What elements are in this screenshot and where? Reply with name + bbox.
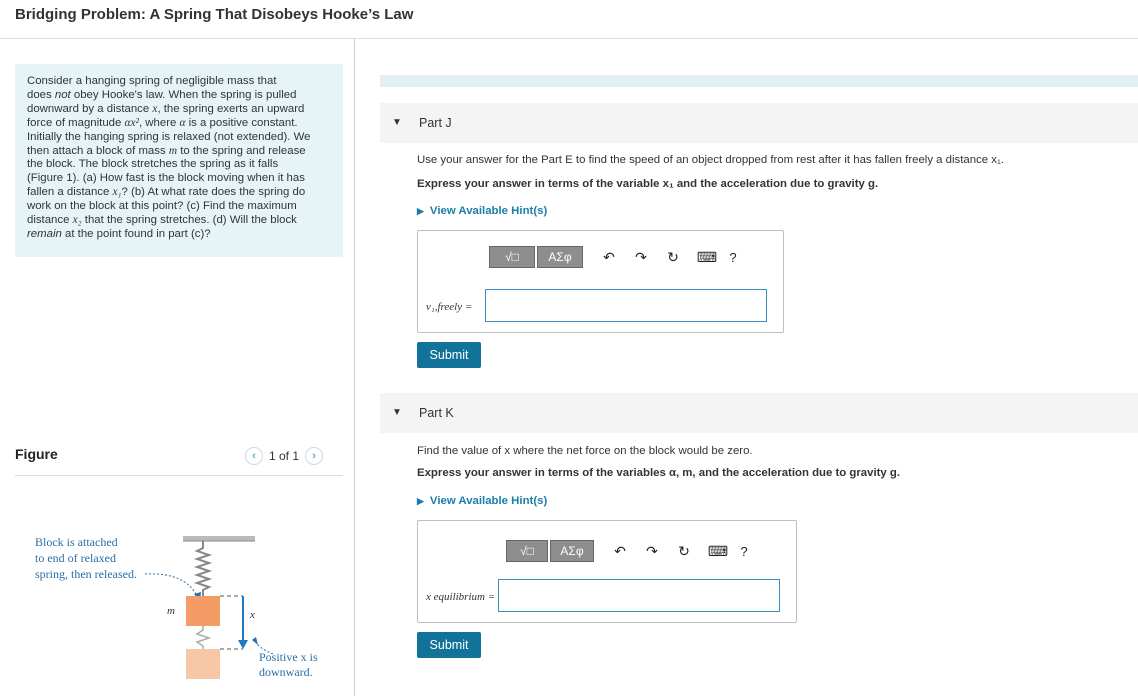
intro-run-11: x₁ xyxy=(112,186,122,199)
figure-pager: ‹ 1 of 1 › xyxy=(245,446,324,466)
reset-icon[interactable]: ↻ xyxy=(672,543,696,560)
part-k-title: Part K xyxy=(419,406,454,420)
part-k-header[interactable]: ▼ Part K xyxy=(380,393,1138,433)
figure-pager-text: 1 of 1 xyxy=(269,449,300,463)
progress-rule xyxy=(380,75,1138,87)
intro-run-13: x₂ xyxy=(72,214,82,227)
problem-intro: Consider a hanging spring of negligible … xyxy=(15,64,343,257)
part-j-instruction: Express your answer in terms of the vari… xyxy=(417,178,879,190)
figure-label: Figure xyxy=(15,446,58,462)
part-j-header[interactable]: ▼ Part J xyxy=(380,103,1138,143)
greek-button[interactable]: ΑΣφ xyxy=(537,246,583,268)
part-k-answer-input[interactable] xyxy=(498,579,780,612)
part-j-submit-button[interactable]: Submit xyxy=(417,342,481,368)
page-title: Bridging Problem: A Spring That Disobeys… xyxy=(15,6,414,23)
greek-button[interactable]: ΑΣφ xyxy=(550,540,594,562)
part-k-toolbar: √□ ΑΣφ ↶ ↷ ↻ ⌨ ? xyxy=(506,540,756,562)
spring-coil xyxy=(193,541,213,596)
intro-run-3: x xyxy=(152,102,158,115)
caret-right-icon: ▶ xyxy=(417,205,424,216)
header-divider xyxy=(0,38,1138,39)
release-arrow-path xyxy=(144,573,198,597)
column-divider xyxy=(354,39,355,696)
help-icon[interactable]: ? xyxy=(732,544,756,559)
figure-caption-left-3: spring, then released. xyxy=(35,567,137,581)
part-j-title: Part J xyxy=(419,116,452,130)
intro-run-9: m xyxy=(168,144,178,157)
part-j-question: Use your answer for the Part E to find t… xyxy=(417,154,1004,166)
intro-run-5: αx² xyxy=(124,116,139,129)
undo-icon[interactable]: ↶ xyxy=(608,543,632,560)
part-k-hint-label: View Available Hint(s) xyxy=(429,495,548,507)
ceiling xyxy=(183,536,255,541)
part-k-submit-button[interactable]: Submit xyxy=(417,632,481,658)
part-k-hint-link[interactable]: ▶ View Available Hint(s) xyxy=(417,495,547,507)
caret-down-icon: ▼ xyxy=(392,407,402,418)
help-icon[interactable]: ? xyxy=(721,250,745,265)
chevron-left-icon[interactable]: ‹ xyxy=(245,447,263,465)
part-j-answer-input[interactable] xyxy=(485,289,767,322)
caret-right-icon: ▶ xyxy=(417,495,424,506)
intro-run-15: remain xyxy=(27,227,62,240)
mass-label: m xyxy=(167,605,175,617)
undo-icon[interactable]: ↶ xyxy=(597,249,621,266)
part-j-hint-label: View Available Hint(s) xyxy=(429,205,548,217)
part-k-question: Find the value of x where the net force … xyxy=(417,445,753,457)
problem-intro-text: Consider a hanging spring of negligible … xyxy=(27,75,311,240)
reset-icon[interactable]: ↻ xyxy=(661,249,685,266)
ghost-block xyxy=(186,649,220,679)
figure-caption-right-2: downward. xyxy=(259,665,313,679)
mass-block xyxy=(186,596,220,626)
caret-down-icon: ▼ xyxy=(392,117,402,128)
intro-run-7: α xyxy=(179,116,186,129)
intro-run-1: not xyxy=(54,88,71,101)
part-j-toolbar: √□ ΑΣφ ↶ ↷ ↻ ⌨ ? xyxy=(489,246,745,268)
template-button[interactable]: √□ xyxy=(489,246,535,268)
part-j-hint-link[interactable]: ▶ View Available Hint(s) xyxy=(417,205,547,217)
part-k-answer-box: √□ ΑΣφ ↶ ↷ ↻ ⌨ ? x equilibrium = xyxy=(417,520,797,623)
figure-caption-right-1: Positive x is xyxy=(259,650,318,664)
spring-figure: Block is attached to end of relaxed spri… xyxy=(35,535,318,679)
template-button[interactable]: √□ xyxy=(506,540,548,562)
figure-caption-left-1: Block is attached xyxy=(35,535,118,549)
keyboard-icon[interactable]: ⌨ xyxy=(695,249,719,266)
figure-caption-left-2: to end of relaxed xyxy=(35,551,116,565)
part-k-lhs: x equilibrium = xyxy=(426,591,496,603)
redo-icon[interactable]: ↷ xyxy=(640,543,664,560)
x-axis-arrowhead xyxy=(238,640,248,649)
part-k-instruction: Express your answer in terms of the vari… xyxy=(417,467,901,479)
positive-arrow-head xyxy=(252,637,258,645)
part-j-answer-box: √□ ΑΣφ ↶ ↷ ↻ ⌨ ? v₁,freely = xyxy=(417,230,784,333)
redo-icon[interactable]: ↷ xyxy=(629,249,653,266)
part-j-lhs: v₁,freely = xyxy=(426,301,473,313)
x-axis-label: x xyxy=(249,609,255,621)
spring-coil-lower xyxy=(195,626,212,649)
keyboard-icon[interactable]: ⌨ xyxy=(706,543,730,560)
chevron-right-icon[interactable]: › xyxy=(305,447,324,465)
figure-divider xyxy=(15,475,343,476)
